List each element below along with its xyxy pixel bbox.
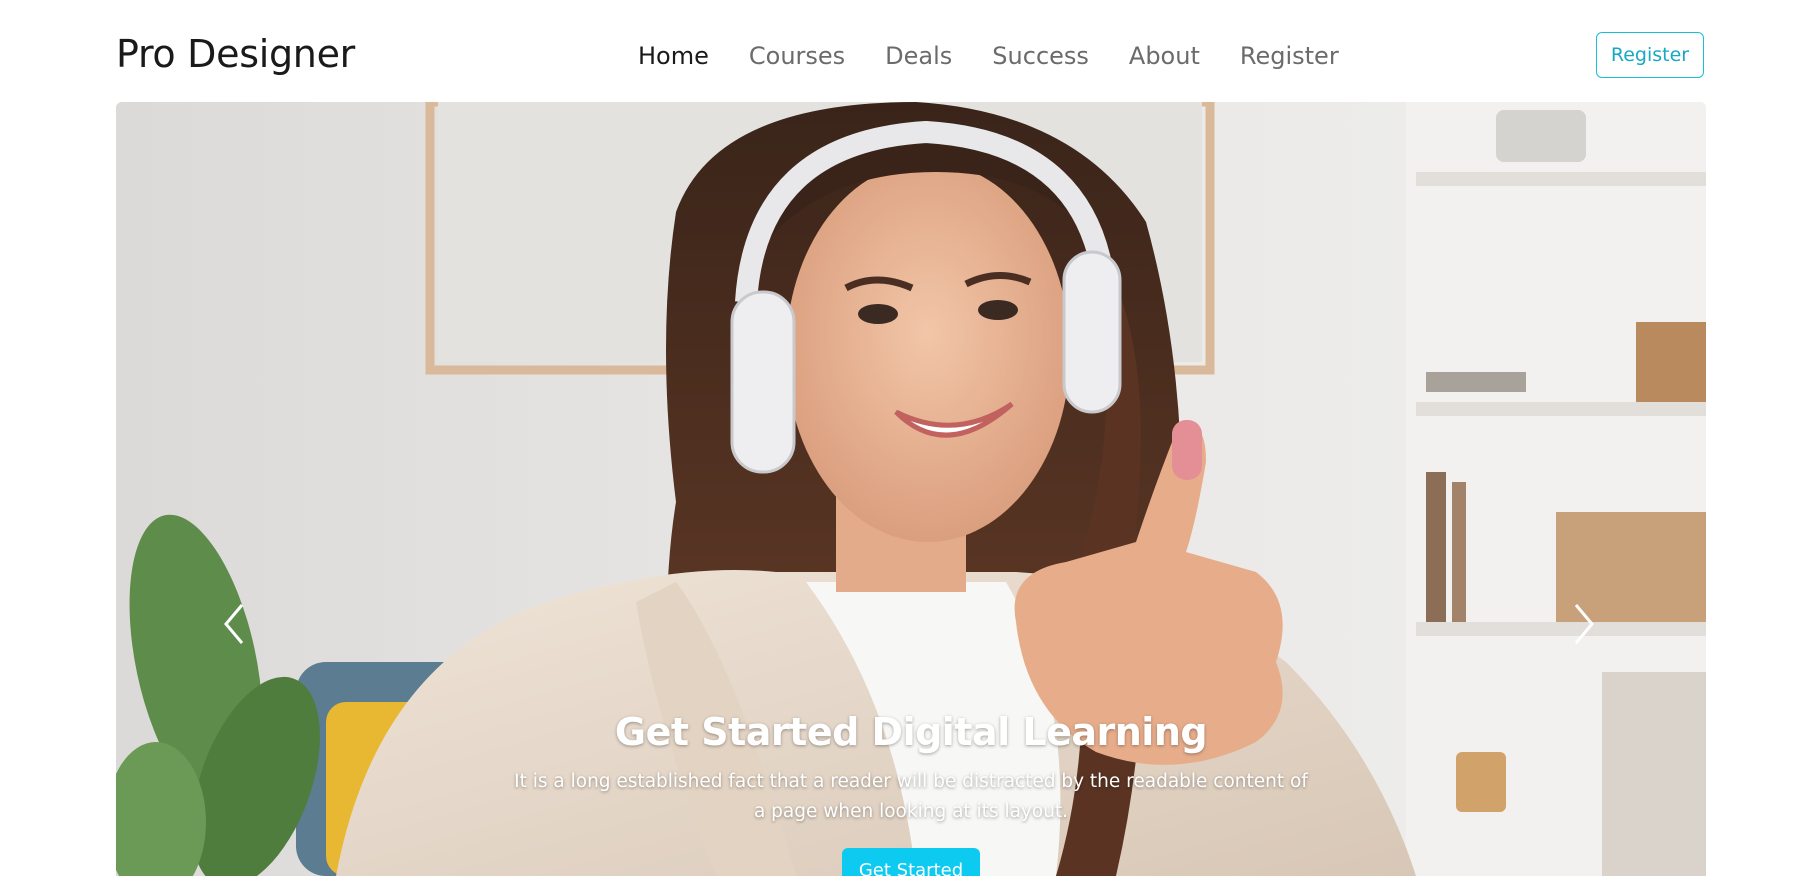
nav-item-courses[interactable]: Courses bbox=[749, 36, 845, 76]
nav-item-register[interactable]: Register bbox=[1240, 36, 1339, 76]
nav-item-deals[interactable]: Deals bbox=[885, 36, 952, 76]
register-button[interactable]: Register bbox=[1596, 32, 1704, 78]
nav-item-home[interactable]: Home bbox=[638, 36, 709, 76]
chevron-right-icon[interactable] bbox=[1564, 597, 1604, 651]
hero-carousel: Get Started Digital Learning It is a lon… bbox=[116, 102, 1706, 876]
chevron-left-icon[interactable] bbox=[214, 597, 254, 651]
hero-description: It is a long established fact that a rea… bbox=[514, 771, 1308, 822]
navbar: Pro Designer Home Courses Deals Success … bbox=[0, 0, 1807, 102]
main-nav: Home Courses Deals Success About Registe… bbox=[638, 36, 1379, 76]
nav-item-about[interactable]: About bbox=[1129, 36, 1200, 76]
brand-logo[interactable]: Pro Designer bbox=[116, 28, 355, 80]
get-started-button[interactable]: Get Started bbox=[842, 848, 980, 876]
nav-item-success[interactable]: Success bbox=[992, 36, 1089, 76]
hero-image bbox=[116, 102, 1706, 876]
hero-title: Get Started Digital Learning bbox=[614, 710, 1208, 754]
